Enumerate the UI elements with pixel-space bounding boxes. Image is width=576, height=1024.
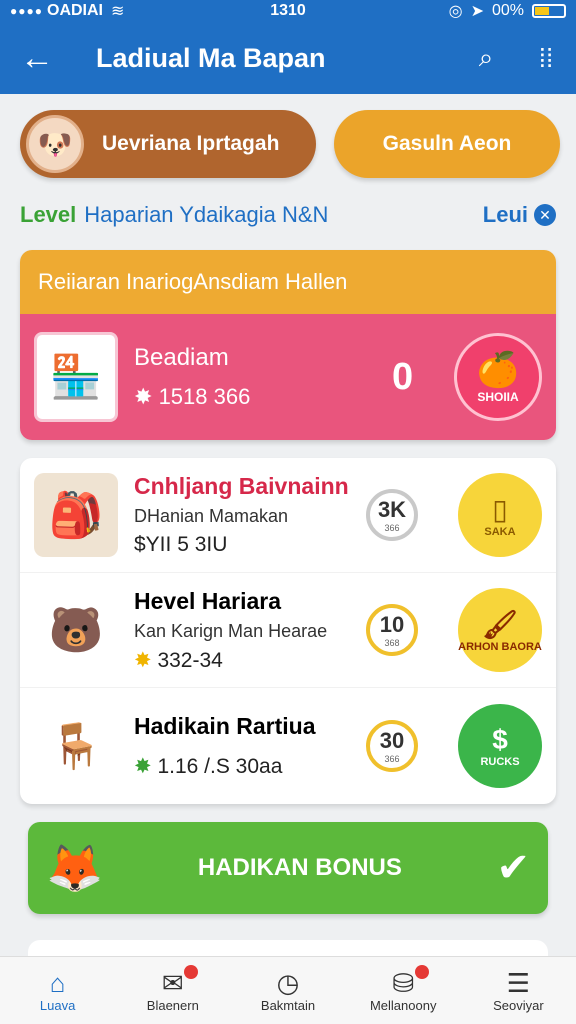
bottom-nav: ⌂ Luava ✉ Blaenern ◷ Bakmtain ⛁ Mellanoo… [0, 956, 576, 1024]
status-time: 1310 [270, 2, 306, 19]
home-icon: ⌂ [49, 968, 66, 998]
wifi-icon: ≋ [111, 3, 125, 20]
nav-label: Luava [39, 998, 76, 1013]
clock-icon: ◷ [276, 968, 300, 998]
item-title: Hadikain Rartiua [134, 712, 316, 739]
item-timer-value: 3K [377, 497, 407, 522]
signal-icon: ●●●● [10, 4, 43, 18]
close-badge-icon[interactable]: ✕ [534, 204, 556, 226]
item-subtitle: Kan Karign Man Hearae [134, 620, 328, 641]
nav-home[interactable]: ⌂ Luava [0, 957, 115, 1024]
profile-pill-button[interactable]: 🐶 Uevriana Iprtagah [20, 110, 316, 178]
battery-percent: 00% [491, 2, 524, 19]
nav-messages[interactable]: ✉ Blaenern [115, 957, 230, 1024]
item-timer-sub: 366 [384, 523, 400, 533]
status-bar: ●●●● OADIAI ≋ 1310 ◎ ➤ 00% [0, 0, 576, 22]
notification-dot [184, 965, 199, 979]
item-price: 332-34 [157, 648, 223, 672]
featured-badge-label: SHOIIA [477, 390, 519, 404]
featured-count: 0 [392, 355, 414, 398]
search-icon[interactable]: ⌕ [456, 42, 516, 74]
nav-menu[interactable]: ☰ Seoviyar [461, 957, 576, 1024]
carrier-name: OADIAI [47, 2, 103, 19]
secondary-pill-button[interactable]: Gasuln Aeon [334, 110, 560, 178]
item-buy-button[interactable]: ▯ SAKA [458, 473, 542, 557]
back-arrow-icon[interactable]: ← [0, 39, 74, 78]
featured-section: Reiiaran InariogAnsdiam Hallen 🏪 Beadiam… [20, 250, 556, 440]
item-title: Hevel Hariara [134, 587, 282, 614]
fox-icon: 🦊 [46, 841, 104, 894]
nav-label: Seoviyar [493, 998, 544, 1013]
alarm-icon: ◎ [448, 3, 463, 20]
item-buy-label: ARHON BAORA [458, 640, 542, 653]
coin-icon: ✸ [134, 648, 158, 672]
coin-icon: ✸ [134, 754, 158, 778]
item-buy-label: RUCKS [480, 755, 520, 768]
item-title: Cnhljang Baivnainn [134, 473, 349, 499]
bear-icon: 🐻 [48, 606, 104, 655]
item-price: 1.16 /.S 30aa [157, 754, 283, 778]
level-link-label: Leui [482, 202, 528, 227]
item-price: $YII 5 3IU [134, 533, 228, 556]
backpack-icon: 🎒 [34, 473, 118, 557]
nav-label: Blaenern [146, 998, 199, 1013]
featured-price: 1518 366 [158, 384, 251, 409]
item-list: 🎒 Cnhljang Baivnainn DHanian Mamakan $YI… [20, 458, 556, 804]
mail-icon: ✉ [161, 968, 184, 998]
item-timer-value: 30 [379, 727, 405, 753]
nav-shop[interactable]: ⛁ Mellanoony [346, 957, 461, 1024]
card-icon: ▯ [492, 493, 508, 525]
level-text: Haparian Ydaikagia N&N [84, 202, 329, 227]
bag-icon: ⛁ [392, 968, 415, 998]
featured-name: Beadiam [134, 344, 229, 371]
notification-dot [414, 965, 429, 979]
pet-avatar-icon: 🐶 [26, 115, 84, 173]
page-title: Ladiual Ma Bapan [96, 42, 326, 73]
app-bar: ← Ladiual Ma Bapan ⌕ ⁞⁞ [0, 22, 576, 94]
item-timer: 30 366 [366, 719, 418, 772]
list-item[interactable]: 🪑 Hadikain Rartiua ✸ 1.16 /.S 30aa 30 36… [20, 688, 556, 803]
list-item[interactable]: 🐻 Hevel Hariara Kan Karign Man Hearae ✸ … [20, 573, 556, 688]
item-timer-sub: 366 [384, 753, 400, 764]
nav-label: Mellanoony [369, 998, 437, 1013]
nav-history[interactable]: ◷ Bakmtain [230, 957, 345, 1024]
level-link[interactable]: Leui ✕ [483, 202, 556, 228]
furniture-icon: 🪑 [48, 721, 104, 771]
featured-badge-button[interactable]: 🍊 SHOIIA [454, 333, 542, 421]
menu-icon: ☰ [506, 968, 531, 998]
item-subtitle: DHanian Mamakan [134, 506, 289, 526]
battery-icon [532, 4, 566, 18]
brush-icon: 🖌 [482, 608, 518, 640]
shop-stall-icon: 🏪 [34, 332, 118, 422]
list-item[interactable]: 🎒 Cnhljang Baivnainn DHanian Mamakan $YI… [20, 458, 556, 573]
bonus-label: HADIKAN BONUS [197, 854, 402, 881]
coin-icon: ✸ [134, 384, 153, 409]
featured-item[interactable]: 🏪 Beadiam ✸ 1518 366 0 🍊 SHOIIA [20, 314, 556, 440]
item-buy-label: SAKA [484, 525, 516, 538]
bonus-button[interactable]: 🦊 HADIKAN BONUS ✔ [28, 822, 548, 914]
item-timer-sub: 368 [384, 638, 400, 648]
secondary-pill-label: Gasuln Aeon [382, 132, 512, 155]
item-timer-value: 10 [379, 612, 405, 637]
location-icon: ➤ [470, 3, 484, 20]
dollar-icon: $ [492, 723, 508, 755]
level-row: Level Haparian Ydaikagia N&N Leui ✕ [20, 198, 556, 232]
more-grid-icon[interactable]: ⁞⁞ [516, 43, 576, 74]
item-timer: 3K 366 [366, 489, 418, 541]
nav-label: Bakmtain [260, 998, 316, 1013]
profile-pill-label: Uevriana Iprtagah [102, 132, 280, 155]
item-timer: 10 368 [366, 604, 418, 656]
check-icon: ✔ [496, 846, 530, 890]
item-buy-button[interactable]: $ RUCKS [458, 703, 542, 788]
fruit-icon: 🍊 [476, 351, 520, 389]
section-title: Reiiaran InariogAnsdiam Hallen [20, 250, 556, 314]
item-buy-button[interactable]: 🖌 ARHON BAORA [458, 588, 542, 672]
level-prefix: Level [20, 202, 77, 227]
